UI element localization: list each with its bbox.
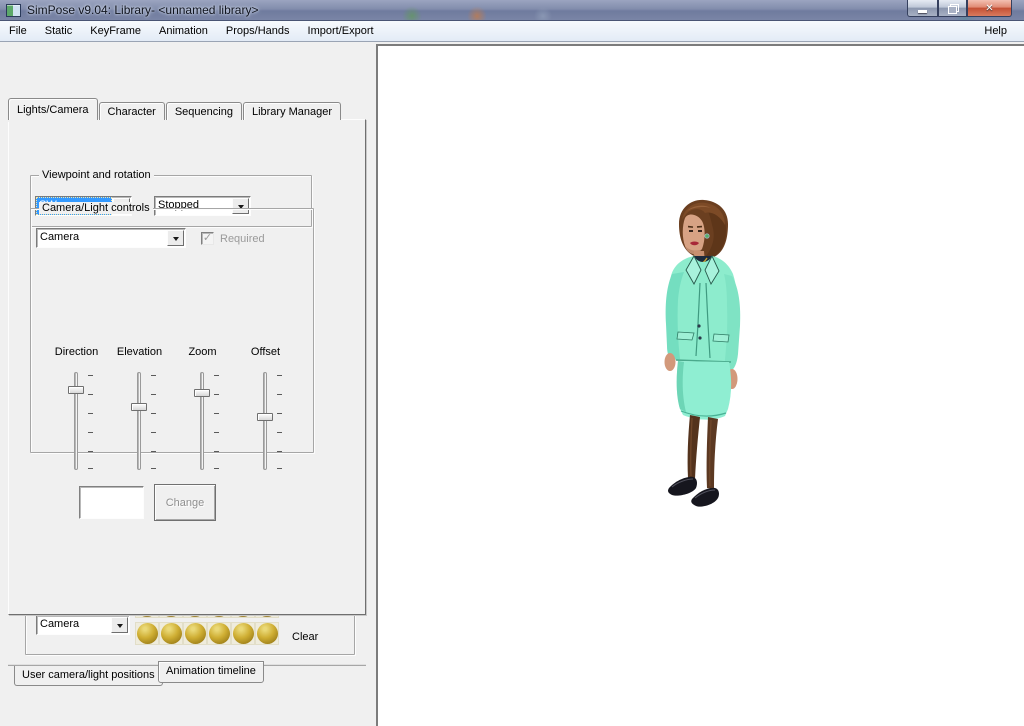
value-field[interactable] bbox=[79, 486, 144, 519]
direction-slider[interactable] bbox=[45, 372, 108, 472]
chevron-down-icon bbox=[117, 624, 123, 631]
preset-clear-button-5[interactable] bbox=[231, 622, 255, 645]
slider-track bbox=[263, 372, 267, 470]
required-checkbox[interactable]: ✓ bbox=[201, 232, 214, 245]
target-dropdown-button[interactable] bbox=[167, 230, 184, 246]
main-tab-strip: Lights/Camera Character Sequencing Libra… bbox=[8, 98, 342, 120]
render-viewport[interactable] bbox=[376, 44, 1024, 726]
preset-clear-button-6[interactable] bbox=[255, 622, 279, 645]
elevation-label: Elevation bbox=[108, 346, 171, 358]
tab-library-manager[interactable]: Library Manager bbox=[243, 102, 341, 120]
slider-track bbox=[137, 372, 141, 470]
menu-file[interactable]: File bbox=[0, 22, 36, 40]
minimize-icon bbox=[918, 10, 927, 13]
tab-user-camera-light-positions[interactable]: User camera/light positions bbox=[14, 666, 163, 686]
menu-keyframe[interactable]: KeyFrame bbox=[81, 22, 150, 40]
required-label: Required bbox=[220, 233, 265, 245]
tab-character[interactable]: Character bbox=[99, 102, 165, 120]
app-window: SimPose v9.04: Library- <unnamed library… bbox=[0, 0, 1024, 726]
menu-import-export[interactable]: Import/Export bbox=[299, 22, 383, 40]
minimize-button[interactable] bbox=[907, 0, 938, 17]
elevation-slider-thumb[interactable] bbox=[131, 403, 147, 411]
preset-gold-icon bbox=[185, 623, 206, 644]
zoom-slider[interactable] bbox=[171, 372, 234, 472]
slider-labels-row: Direction Elevation Zoom Offset bbox=[45, 346, 297, 358]
preset-clear-button-4[interactable] bbox=[207, 622, 231, 645]
preset-gold-icon bbox=[257, 623, 278, 644]
restore-icon bbox=[948, 4, 957, 12]
close-button[interactable]: ✕ bbox=[967, 0, 1012, 17]
restore-button[interactable] bbox=[938, 0, 967, 17]
offset-slider-thumb[interactable] bbox=[257, 413, 273, 421]
character-figure bbox=[656, 196, 752, 512]
tab-animation-timeline[interactable]: Animation timeline bbox=[158, 661, 264, 683]
zoom-label: Zoom bbox=[171, 346, 234, 358]
clear-label: Clear bbox=[292, 631, 318, 643]
chevron-down-icon bbox=[173, 237, 179, 244]
lights-camera-page: Viewpoint and rotation SW Stopped Camera… bbox=[8, 119, 366, 615]
window-title: SimPose v9.04: Library- <unnamed library… bbox=[27, 3, 258, 17]
sliders-row bbox=[45, 372, 297, 472]
preset-gold-icon bbox=[137, 623, 158, 644]
close-icon: ✕ bbox=[985, 3, 993, 14]
preset-clear-button-2[interactable] bbox=[159, 622, 183, 645]
menu-animation[interactable]: Animation bbox=[150, 22, 217, 40]
preset-dropdown-button[interactable] bbox=[111, 617, 128, 633]
camera-light-target-combobox[interactable]: Camera bbox=[36, 228, 186, 248]
preset-clear-button-1[interactable] bbox=[135, 622, 159, 645]
preset-target-value: Camera bbox=[37, 616, 110, 634]
tab-lights-camera[interactable]: Lights/Camera bbox=[8, 98, 98, 120]
preset-target-combobox[interactable]: Camera bbox=[36, 615, 130, 635]
check-icon: ✓ bbox=[203, 233, 212, 244]
camera-light-controls-group: Camera/Light controls Camera ✓ Required … bbox=[30, 208, 314, 453]
direction-slider-thumb[interactable] bbox=[68, 386, 84, 394]
slider-track bbox=[200, 372, 204, 470]
preset-clear-button-3[interactable] bbox=[183, 622, 207, 645]
tab-sequencing[interactable]: Sequencing bbox=[166, 102, 242, 120]
preset-clear-row bbox=[135, 622, 279, 645]
change-button[interactable]: Change bbox=[154, 484, 216, 521]
preset-gold-icon bbox=[161, 623, 182, 644]
menu-static[interactable]: Static bbox=[36, 22, 82, 40]
viewpoint-rotation-legend: Viewpoint and rotation bbox=[39, 169, 154, 181]
title-bar[interactable]: SimPose v9.04: Library- <unnamed library… bbox=[0, 0, 1024, 21]
app-icon bbox=[6, 4, 21, 17]
camera-light-target-value: Camera bbox=[37, 229, 166, 247]
window-controls: ✕ bbox=[907, 0, 1012, 17]
camera-light-legend: Camera/Light controls bbox=[39, 202, 153, 214]
menu-bar: File Static KeyFrame Animation Props/Han… bbox=[0, 21, 1024, 42]
offset-slider[interactable] bbox=[234, 372, 297, 472]
preset-gold-icon bbox=[209, 623, 230, 644]
direction-label: Direction bbox=[45, 346, 108, 358]
zoom-slider-thumb[interactable] bbox=[194, 389, 210, 397]
elevation-slider[interactable] bbox=[108, 372, 171, 472]
menu-help[interactable]: Help bbox=[975, 22, 1016, 40]
client-area: Lights/Camera Character Sequencing Libra… bbox=[0, 43, 1024, 726]
menu-props-hands[interactable]: Props/Hands bbox=[217, 22, 299, 40]
preset-gold-icon bbox=[233, 623, 254, 644]
offset-label: Offset bbox=[234, 346, 297, 358]
